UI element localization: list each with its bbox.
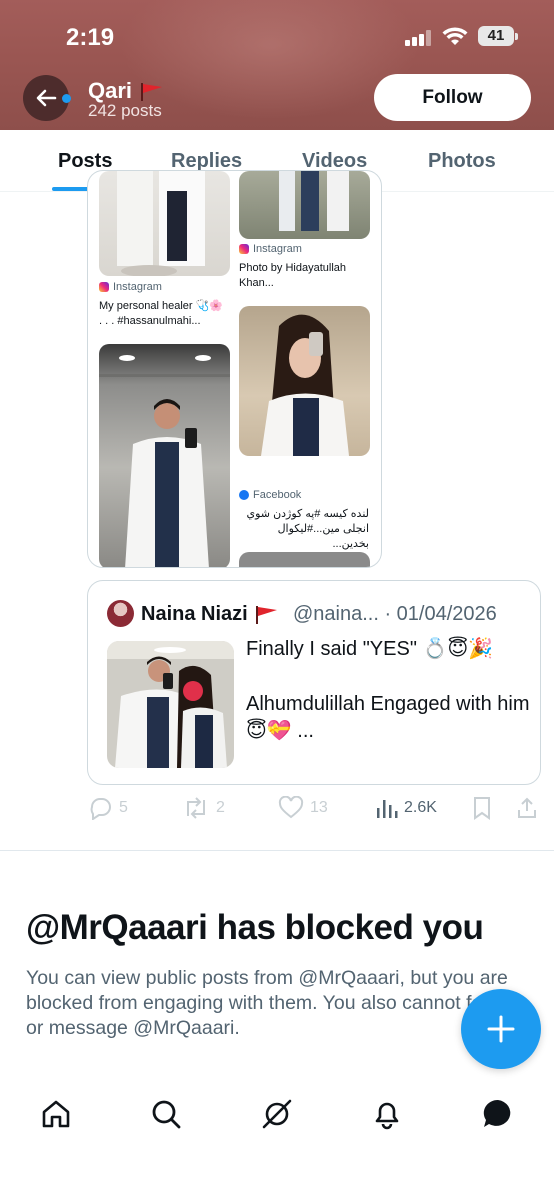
like-count: 13	[310, 799, 328, 816]
media-source-label: Instagram	[113, 281, 162, 293]
bookmark-icon	[474, 797, 490, 820]
repost-icon	[187, 797, 205, 819]
photo-thumbnail[interactable]	[99, 344, 230, 567]
bookmark-button[interactable]	[471, 796, 493, 820]
photo-thumbnail[interactable]	[239, 171, 370, 239]
views-button[interactable]: 2.6K	[376, 796, 437, 820]
home-icon	[42, 1100, 70, 1128]
instagram-icon	[99, 282, 109, 292]
post-media-grid[interactable]: Instagram Photo by Hidayatullah Khan... …	[87, 170, 382, 568]
cellular-signal-icon	[405, 30, 433, 46]
post-count: 242 posts	[88, 101, 162, 120]
quoted-handle-date: @naina... · 01/04/2026	[293, 603, 497, 625]
nav-search[interactable]	[148, 1096, 184, 1132]
tab-photos[interactable]: Photos	[428, 150, 496, 173]
section-divider	[0, 850, 554, 851]
quoted-text-line: Alhumdulillah Engaged with him😇💝 ...	[246, 693, 530, 742]
compose-post-button[interactable]	[461, 989, 541, 1069]
quoted-author-name-text: Naina Niazi	[141, 603, 248, 625]
media-caption: لنده کیسه #په کوژدن شوي انجلی مین...#لیک…	[246, 508, 370, 550]
media-source: Instagram	[239, 243, 302, 255]
bell-icon	[375, 1102, 399, 1130]
profile-name-text: Qari	[88, 78, 133, 103]
instagram-icon	[239, 244, 249, 254]
photo-thumbnail[interactable]	[239, 306, 370, 456]
follow-button[interactable]: Follow	[374, 74, 531, 121]
media-caption: Photo by Hidayatullah Khan...	[239, 262, 347, 289]
quoted-author-name[interactable]: Naina Niazi	[141, 603, 279, 626]
nav-grok[interactable]	[259, 1096, 295, 1132]
red-flag-icon	[256, 605, 278, 624]
heart-icon	[278, 796, 304, 819]
photo-thumbnail[interactable]	[99, 171, 230, 276]
avatar[interactable]	[107, 600, 134, 627]
quoted-post[interactable]: Naina Niazi @naina... · 01/04/2026 Final…	[87, 580, 541, 785]
post-actions: 5 2 13 2.6K	[87, 796, 547, 826]
media-source-label: Instagram	[253, 243, 302, 255]
photo-thumbnail[interactable]	[239, 552, 370, 567]
reply-icon	[90, 798, 111, 820]
nav-messages[interactable]	[480, 1096, 516, 1132]
repost-count: 2	[216, 799, 225, 816]
share-icon	[518, 797, 536, 818]
like-button[interactable]: 13	[278, 796, 328, 820]
arrow-left-icon	[36, 89, 57, 107]
reply-count: 5	[119, 799, 128, 816]
status-bar: 2:19 41	[0, 0, 554, 72]
share-button[interactable]	[516, 796, 538, 820]
facebook-icon	[239, 490, 249, 500]
blocked-message: You can view public posts from @MrQaaari…	[26, 967, 516, 1039]
grok-icon	[262, 1099, 292, 1129]
view-count: 2.6K	[404, 799, 437, 816]
plus-icon	[487, 1015, 515, 1043]
status-time: 2:19	[66, 24, 115, 51]
quoted-media-thumbnail[interactable]	[107, 641, 234, 768]
wifi-icon	[442, 27, 468, 45]
repost-button[interactable]: 2	[182, 796, 225, 820]
reply-button[interactable]: 5	[87, 796, 128, 820]
quoted-post-text: Finally I said "YES" 💍😇🎉 Alhumdulillah E…	[246, 636, 531, 745]
search-icon	[152, 1100, 181, 1129]
home-notification-dot	[62, 94, 71, 103]
battery-indicator: 41	[478, 26, 518, 46]
views-chart-icon	[377, 800, 398, 818]
nav-home[interactable]	[38, 1096, 74, 1132]
bottom-navigation	[0, 1080, 554, 1199]
media-caption: My personal healer 🩺🌸 . . . #hassanulmah…	[99, 300, 223, 327]
blocked-title: @MrQaaari has blocked you	[26, 908, 484, 947]
nav-notifications[interactable]	[369, 1096, 405, 1132]
quoted-text-line: Finally I said "YES" 💍😇🎉	[246, 638, 494, 660]
red-flag-icon	[141, 83, 163, 102]
message-bubble-icon	[483, 1099, 511, 1127]
media-source: Instagram	[99, 281, 162, 293]
media-source-label: Facebook	[253, 489, 302, 501]
profile-header: 2:19 41 Qari 242 posts Follow	[0, 0, 554, 130]
media-source: Facebook	[239, 489, 301, 501]
